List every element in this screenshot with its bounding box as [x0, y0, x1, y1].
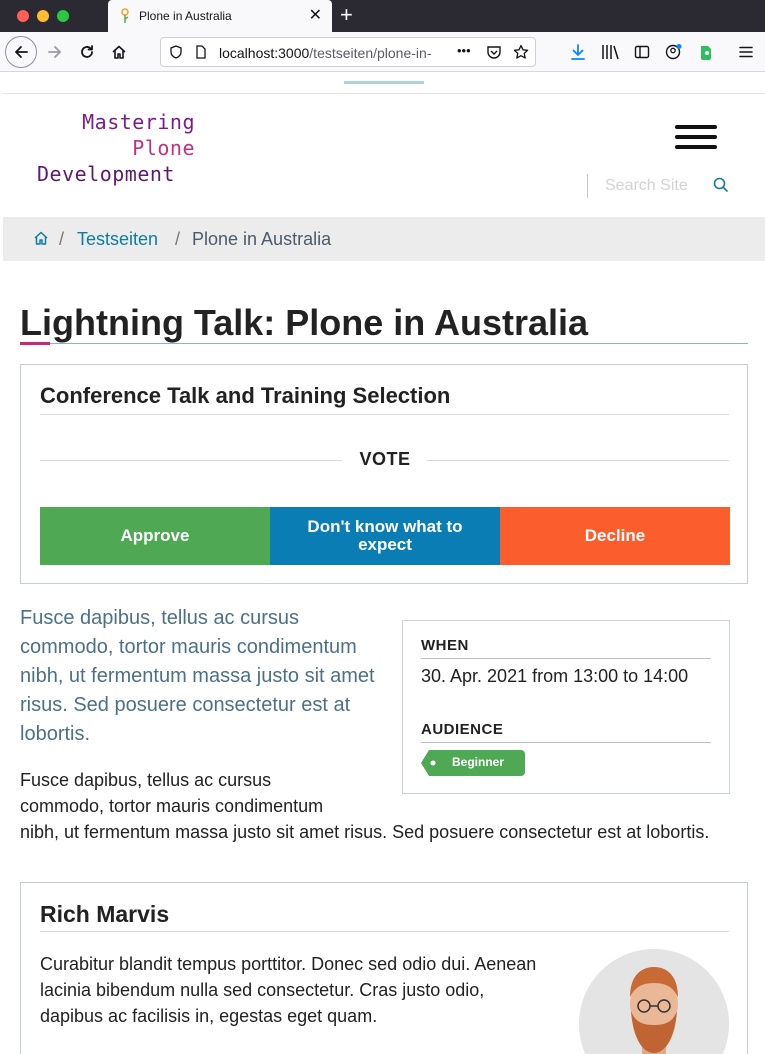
- window-maximize-button[interactable]: [57, 10, 69, 22]
- reload-icon: [81, 45, 93, 58]
- breadcrumb-separator: /: [59, 229, 65, 249]
- avatar: [579, 949, 729, 1054]
- voting-heading: Conference Talk and Training Selection: [40, 383, 451, 408]
- audience-label: AUDIENCE: [421, 721, 504, 738]
- home-icon[interactable]: [33, 230, 49, 246]
- vote-label: VOTE: [359, 449, 411, 469]
- speaker-divider: [40, 931, 729, 932]
- sidebar-icon[interactable]: [634, 44, 650, 60]
- breadcrumb: / Testseiten / Plone in Australia: [3, 217, 765, 261]
- body-text: Fusce dapibus, tellus ac cursus commodo,…: [20, 770, 710, 842]
- speaker-portrait-icon: [579, 949, 729, 1054]
- voting-panel: Conference Talk and Training Selection V…: [20, 364, 748, 584]
- evernote-icon[interactable]: [697, 43, 715, 61]
- forward-button[interactable]: [40, 37, 70, 67]
- browser-navbar: localhost:3000/testseiten/plone-in- •••: [0, 32, 765, 72]
- pocket-icon[interactable]: [486, 44, 502, 60]
- approve-button[interactable]: Approve: [40, 507, 270, 565]
- arrow-left-icon: [15, 46, 28, 58]
- scroll-progress-indicator: [344, 81, 424, 84]
- audience-divider: [421, 742, 711, 743]
- when-divider: [421, 658, 711, 659]
- shield-icon[interactable]: [169, 45, 183, 59]
- window-close-button[interactable]: [17, 10, 29, 22]
- speaker-bio: Curabitur blandit tempus porttitor. Done…: [40, 954, 537, 1026]
- tab-title: Plone in Australia: [139, 9, 232, 23]
- hamburger-menu-button[interactable]: [675, 125, 717, 151]
- reload-button[interactable]: [72, 37, 102, 67]
- voting-heading-divider: [40, 414, 729, 415]
- home-button[interactable]: [104, 37, 134, 67]
- browser-titlebar: Plone in Australia ✕ +: [0, 0, 765, 32]
- browser-tab[interactable]: Plone in Australia ✕: [108, 0, 332, 32]
- vote-divider-right: [427, 460, 729, 461]
- url-bar[interactable]: localhost:3000/testseiten/plone-in- •••: [160, 37, 536, 67]
- site-logo[interactable]: Mastering Plone Development: [37, 109, 195, 187]
- new-tab-icon[interactable]: +: [340, 3, 353, 27]
- downloads-icon[interactable]: [570, 44, 586, 60]
- breadcrumb-link-testseiten[interactable]: Testseiten: [77, 229, 158, 250]
- url-text[interactable]: localhost:3000/testseiten/plone-in-: [219, 45, 449, 61]
- vote-divider-left: [40, 460, 342, 461]
- arrow-right-icon: [48, 46, 61, 58]
- dont-know-button[interactable]: Don't know what to expect: [270, 507, 500, 565]
- header-divider: [3, 93, 765, 94]
- back-button[interactable]: [5, 36, 37, 68]
- account-icon[interactable]: [665, 43, 683, 61]
- breadcrumb-separator: /: [175, 229, 181, 249]
- page-actions-icon[interactable]: •••: [457, 43, 471, 58]
- window-minimize-button[interactable]: [37, 10, 49, 22]
- when-value: 30. Apr. 2021 from 13:00 to 14:00: [421, 666, 689, 686]
- search-icon[interactable]: [712, 176, 730, 194]
- lead-description: Fusce dapibus, tellus ac cursus commodo,…: [20, 607, 375, 745]
- breadcrumb-current: Plone in Australia: [192, 229, 332, 249]
- title-underline: [20, 343, 748, 344]
- title-accent: [20, 342, 50, 345]
- plone-favicon-icon: [121, 8, 129, 23]
- search-separator: [587, 174, 588, 198]
- web-page: Mastering Plone Development / Testseiten…: [3, 72, 765, 1054]
- decline-button[interactable]: Decline: [500, 507, 730, 565]
- speaker-card: Rich Marvis Curabitur blandit tempus por…: [20, 882, 748, 1054]
- library-icon[interactable]: [601, 44, 619, 60]
- when-label: WHEN: [421, 637, 469, 654]
- bookmark-star-icon[interactable]: [513, 44, 529, 60]
- page-title: Lightning Talk: Plone in Australia: [20, 302, 589, 343]
- menu-icon[interactable]: [738, 44, 754, 60]
- home-icon: [112, 45, 126, 59]
- page-info-icon[interactable]: [195, 45, 207, 59]
- search-input[interactable]: [605, 174, 705, 198]
- tab-close-icon[interactable]: ✕: [309, 6, 322, 26]
- speaker-name[interactable]: Rich Marvis: [40, 901, 169, 928]
